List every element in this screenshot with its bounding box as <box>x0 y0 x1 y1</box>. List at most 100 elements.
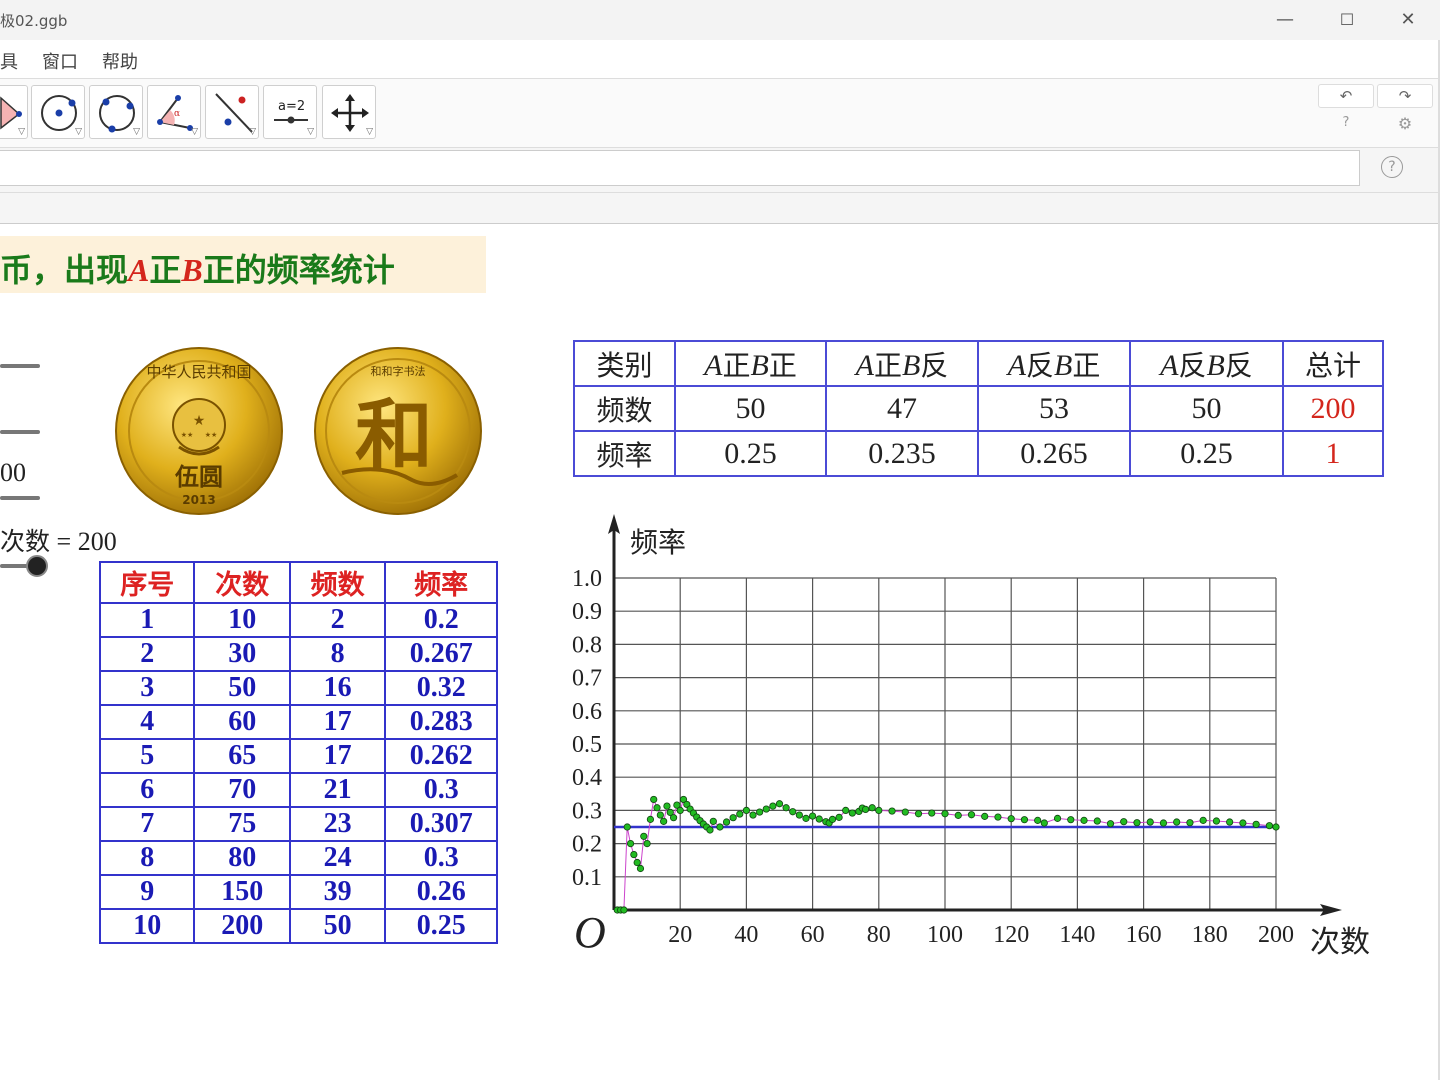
data-point <box>640 832 648 840</box>
redo-button[interactable]: ↷ <box>1377 84 1433 108</box>
data-point <box>1093 817 1101 825</box>
data-point <box>636 864 645 873</box>
data-point <box>928 809 936 817</box>
coin-back-top-text: 和和字书法 <box>371 364 426 378</box>
x-tick-label: 60 <box>801 922 825 948</box>
minimize-icon[interactable]: — <box>1265 6 1305 34</box>
data-point <box>643 839 651 848</box>
data-point <box>1272 823 1280 831</box>
table-cell: 21 <box>288 772 387 808</box>
y-tick-label: 0.4 <box>572 765 602 791</box>
data-point <box>646 815 655 823</box>
table-cell: 30 <box>193 636 291 672</box>
x-tick-label: 40 <box>734 922 758 948</box>
algebra-input-field[interactable] <box>0 150 1360 186</box>
table-cell: 75 <box>193 806 291 842</box>
tool-menu-triangle-icon: ▽ <box>75 127 82 137</box>
table-cell: 5 <box>98 738 196 774</box>
x-axis-label: 次数 <box>1310 925 1370 960</box>
summary-header-row: 类别 A正B正 A正B反 A反B正 A反B反 总计 <box>573 340 1384 387</box>
x-tick-label: 120 <box>993 922 1029 948</box>
maximize-icon[interactable]: ☐ <box>1327 6 1367 34</box>
angle-tool-button[interactable]: ▽ <box>0 85 28 139</box>
table-cell: 1 <box>98 602 196 638</box>
table-cell: 0.267 <box>384 636 498 672</box>
move-graphics-view-button[interactable]: ▽ <box>322 85 376 139</box>
table-cell: 0.3 <box>384 772 498 808</box>
summary-cell: 53 <box>977 385 1131 432</box>
data-point <box>633 858 641 867</box>
undo-button[interactable]: ↶ <box>1318 84 1374 108</box>
data-point <box>868 804 876 812</box>
table-cell: 200 <box>193 908 291 944</box>
data-point <box>749 811 757 819</box>
input-help-icon[interactable]: ? <box>1381 156 1403 178</box>
data-point <box>1146 818 1154 826</box>
y-tick-label: 0.8 <box>572 632 602 658</box>
data-point <box>828 815 837 823</box>
tool-menu-triangle-icon: ▽ <box>307 127 314 137</box>
y-tick-label: 0.9 <box>572 599 602 625</box>
reflect-line-button[interactable]: ▽ <box>205 85 259 139</box>
slider-track-2[interactable] <box>0 430 40 434</box>
data-point <box>676 806 684 814</box>
data-point <box>795 811 803 819</box>
table-header-cell: 频数 <box>288 561 387 604</box>
data-point <box>623 823 631 831</box>
table-header-cell: 次数 <box>193 561 291 604</box>
x-tick-label: 140 <box>1059 922 1095 948</box>
data-point <box>789 808 797 816</box>
menu-item-tools[interactable]: 具 <box>0 48 18 74</box>
tool-menu-triangle-icon: ▽ <box>133 127 140 137</box>
circle-three-points-button[interactable]: ▽ <box>89 85 143 139</box>
data-point <box>1120 818 1128 826</box>
summary-cell: 47 <box>825 385 979 432</box>
settings-gear-icon[interactable]: ⚙ <box>1377 114 1433 133</box>
slider-track-3[interactable] <box>0 496 40 500</box>
data-point <box>656 811 664 819</box>
data-point <box>1239 819 1247 827</box>
menu-item-window[interactable]: 窗口 <box>42 48 78 74</box>
data-point <box>1252 820 1260 828</box>
data-point <box>762 805 770 813</box>
circle-center-point-button[interactable]: ▽ <box>31 85 85 139</box>
svg-text:α: α <box>174 109 180 119</box>
tool-menu-triangle-icon: ▽ <box>18 127 25 137</box>
data-point <box>967 811 976 819</box>
summary-total-label: 总计 <box>1282 340 1384 387</box>
data-point <box>650 795 658 804</box>
menu-bar <box>0 40 1440 79</box>
table-cell: 3 <box>98 670 196 706</box>
data-point <box>736 810 744 818</box>
menu-item-help[interactable]: 帮助 <box>102 48 138 74</box>
x-tick-label: 180 <box>1192 922 1228 948</box>
data-point <box>716 823 724 831</box>
coin-front-image: ★ ★★ ★★ 中华人民共和国 伍圆 2013 <box>115 347 283 515</box>
table-cell: 2 <box>288 602 387 638</box>
y-tick-label: 0.2 <box>572 832 602 858</box>
table-header-cell: 序号 <box>98 561 196 604</box>
table-cell: 10 <box>193 602 291 638</box>
data-point <box>742 806 750 814</box>
y-tick-label: 0.7 <box>572 666 602 692</box>
data-point <box>663 802 671 810</box>
close-icon[interactable]: ✕ <box>1388 6 1428 34</box>
trial-count-slider-knob[interactable] <box>26 555 48 577</box>
data-point <box>861 805 870 814</box>
slider-tool-button[interactable]: a=2 ▽ <box>263 85 317 139</box>
table-row: 5 65 17 0.262 <box>98 738 498 774</box>
summary-category-cell: A反B正 <box>977 340 1131 387</box>
data-point <box>954 811 962 819</box>
slider-track-1[interactable] <box>0 364 40 368</box>
angle-measure-button[interactable]: α ▽ <box>147 85 201 139</box>
table-cell: 8 <box>288 636 387 672</box>
table-row: 7 75 23 0.307 <box>98 806 498 842</box>
table-cell: 39 <box>288 874 387 910</box>
coin-back-image: 和和字书法 和 <box>314 347 482 515</box>
slider-value-fragment: 00 <box>0 458 26 487</box>
x-tick-label: 80 <box>867 922 891 948</box>
trial-frequency-table: 序号 次数 频数 频率 1 10 2 0.2 2 30 8 0.267 3 50 16 0.32 4 60 17 0.… <box>98 561 498 944</box>
table-cell: 8 <box>98 840 196 876</box>
help-icon[interactable]: ? <box>1318 115 1374 130</box>
summary-total-cell: 200 <box>1282 385 1384 432</box>
